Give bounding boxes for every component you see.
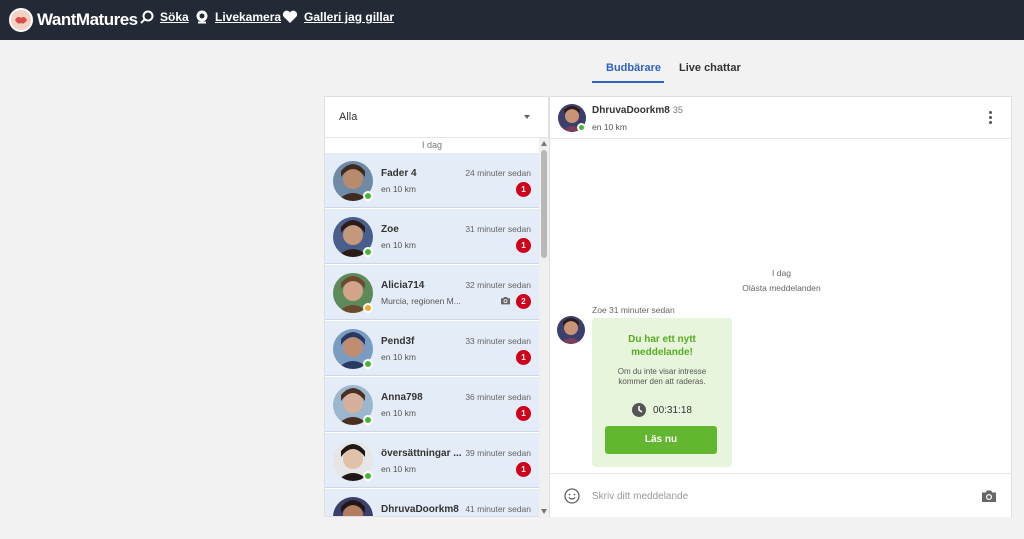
search-icon xyxy=(140,10,154,24)
scroll-down-arrow-icon[interactable] xyxy=(541,509,547,514)
conversation-avatar[interactable] xyxy=(333,497,373,516)
conversation-scrollbar[interactable] xyxy=(539,138,549,517)
unread-count-badge: 1 xyxy=(516,406,531,421)
chevron-down-icon xyxy=(524,115,530,119)
conversation-time: 41 minuter sedan xyxy=(465,504,531,514)
scroll-up-arrow-icon[interactable] xyxy=(541,141,547,146)
photo-icon xyxy=(501,296,510,305)
conversation-time: 33 minuter sedan xyxy=(465,336,531,346)
unread-count-badge: 2 xyxy=(516,294,531,309)
message-composer xyxy=(550,473,1011,517)
message-input[interactable] xyxy=(592,486,962,506)
chat-panel: DhruvaDoorkm8 35 en 10 km I dag Olästa me… xyxy=(549,96,1012,517)
conversation-name: Alicia714 xyxy=(381,280,425,291)
list-day-label: I dag xyxy=(421,140,443,150)
conversation-time: 32 minuter sedan xyxy=(465,280,531,290)
conversation-subtitle: Murcia, regionen M... xyxy=(381,296,461,306)
conversation-name: Anna798 xyxy=(381,392,423,403)
countdown-timer: 00:31:18 xyxy=(592,403,732,417)
filter-dropdown[interactable]: Alla xyxy=(325,97,548,138)
conversation-name: DhruvaDoorkm8 xyxy=(381,504,459,515)
chat-header: DhruvaDoorkm8 35 en 10 km xyxy=(550,97,1011,139)
webcam-icon xyxy=(196,10,208,24)
conversation-subtitle: en 10 km xyxy=(381,464,416,474)
conversation-time: 24 minuter sedan xyxy=(465,168,531,178)
countdown-value: 00:31:18 xyxy=(653,404,692,416)
conversation-item[interactable]: DhruvaDoorkm8 41 minuter sedan xyxy=(325,489,539,516)
status-dot xyxy=(363,415,373,425)
status-dot xyxy=(363,359,373,369)
heart-icon xyxy=(282,10,298,23)
conversation-time: 36 minuter sedan xyxy=(465,392,531,402)
unread-count-badge: 1 xyxy=(516,238,531,253)
conversation-name: Zoe xyxy=(381,224,399,235)
nav-search[interactable]: Söka xyxy=(140,10,189,24)
conversation-time: 31 minuter sedan xyxy=(465,224,531,234)
chat-day-label: I dag xyxy=(772,268,791,278)
unread-count-badge: 1 xyxy=(516,462,531,477)
nav-livecam[interactable]: Livekamera xyxy=(195,10,281,24)
chat-contact-distance: en 10 km xyxy=(592,122,627,132)
nav-livecam-label: Livekamera xyxy=(215,10,282,24)
unread-count-badge: 1 xyxy=(516,350,531,365)
nav-gallery-label: Galleri jag gillar xyxy=(304,10,395,24)
new-message-description: Om du inte visar intresse kommer den att… xyxy=(617,367,707,386)
unread-count-badge: 1 xyxy=(516,182,531,197)
conversation-item[interactable]: Anna798 en 10 km 36 minuter sedan 1 xyxy=(325,377,539,432)
read-now-button[interactable]: Läs nu xyxy=(605,426,717,454)
chat-contact-name: DhruvaDoorkm8 xyxy=(592,105,670,116)
online-status-dot xyxy=(577,123,586,132)
nav-search-label: Söka xyxy=(160,10,189,24)
conversation-item[interactable]: Fader 4 en 10 km 24 minuter sedan 1 xyxy=(325,153,539,208)
more-options-icon[interactable] xyxy=(989,111,993,126)
conversation-time: 39 minuter sedan xyxy=(465,448,531,458)
conversation-subtitle: en 10 km xyxy=(381,352,416,362)
conversation-name: Pend3f xyxy=(381,336,415,347)
emoji-icon[interactable] xyxy=(564,488,580,504)
conversation-item[interactable]: Zoe en 10 km 31 minuter sedan 1 xyxy=(325,209,539,264)
status-dot xyxy=(363,303,373,313)
status-dot xyxy=(363,247,373,257)
top-navigation-bar: WantMatures Söka Livekamera Galleri jag … xyxy=(0,0,1024,40)
tab-live-chats[interactable]: Live chattar xyxy=(679,62,741,74)
conversation-name: Fader 4 xyxy=(381,168,417,179)
conversation-subtitle: en 10 km xyxy=(381,184,416,194)
active-tab-indicator xyxy=(592,81,664,83)
unread-messages-label: Olästa meddelanden xyxy=(742,283,821,293)
chat-contact-age: 35 xyxy=(672,105,683,115)
new-message-title: Du har ett nytt meddelande! xyxy=(628,334,696,358)
logo-lips-icon xyxy=(9,8,33,32)
tab-messenger[interactable]: Budbärare xyxy=(606,62,661,74)
scroll-thumb[interactable] xyxy=(541,150,547,258)
conversation-list-panel: Alla I dag Fader 4 en 10 km 24 minuter sed… xyxy=(324,96,549,517)
chat-contact-name-row[interactable]: DhruvaDoorkm8 35 xyxy=(592,105,683,116)
logo-text: WantMatures xyxy=(37,10,138,29)
status-dot xyxy=(363,471,373,481)
conversation-name: översättningar ... xyxy=(381,448,462,459)
new-message-card: Du har ett nytt meddelande! Om du inte v… xyxy=(592,318,732,467)
clock-icon xyxy=(632,403,647,417)
nav-gallery[interactable]: Galleri jag gillar xyxy=(282,10,394,24)
conversation-subtitle: en 10 km xyxy=(381,408,416,418)
camera-icon[interactable] xyxy=(981,489,997,503)
conversation-item[interactable]: Alicia714 Murcia, regionen M... 32 minuter… xyxy=(325,265,539,320)
message-sender-avatar[interactable] xyxy=(557,316,585,344)
status-dot xyxy=(363,191,373,201)
site-logo[interactable]: WantMatures xyxy=(9,8,138,32)
conversation-subtitle: en 10 km xyxy=(381,240,416,250)
filter-selected-value: Alla xyxy=(339,111,358,123)
conversation-item[interactable]: översättningar ... en 10 km 39 minuter sed… xyxy=(325,433,539,488)
message-sender-time: Zoe 31 minuter sedan xyxy=(592,305,675,315)
conversation-item[interactable]: Pend3f en 10 km 33 minuter sedan 1 xyxy=(325,321,539,376)
